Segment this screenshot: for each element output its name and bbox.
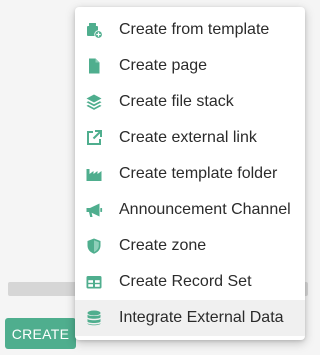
- menu-item-label: Create file stack: [119, 93, 234, 110]
- create-menu: Create from template Create page Create …: [75, 7, 305, 340]
- page-icon: [85, 57, 103, 75]
- menu-item-announcement-channel[interactable]: Announcement Channel: [75, 192, 305, 228]
- menu-item-create-template-folder[interactable]: Create template folder: [75, 156, 305, 192]
- menu-item-label: Create Record Set: [119, 273, 252, 290]
- layers-icon: [85, 93, 103, 111]
- menu-item-create-page[interactable]: Create page: [75, 48, 305, 84]
- database-icon: [85, 309, 103, 327]
- menu-item-create-external-link[interactable]: Create external link: [75, 120, 305, 156]
- menu-item-label: Integrate External Data: [119, 309, 284, 326]
- external-link-icon: [85, 129, 103, 147]
- menu-item-integrate-external-data[interactable]: Integrate External Data: [75, 300, 305, 336]
- create-button[interactable]: CREATE: [5, 318, 76, 349]
- menu-item-label: Create page: [119, 57, 208, 74]
- template-add-icon: [85, 21, 103, 39]
- menu-item-label: Create zone: [119, 237, 207, 254]
- factory-icon: [85, 165, 103, 183]
- shield-icon: [85, 237, 103, 255]
- create-button-label: CREATE: [11, 325, 70, 342]
- menu-item-create-from-template[interactable]: Create from template: [75, 12, 305, 48]
- menu-item-label: Announcement Channel: [119, 201, 291, 218]
- menu-item-create-file-stack[interactable]: Create file stack: [75, 84, 305, 120]
- menu-item-create-zone[interactable]: Create zone: [75, 228, 305, 264]
- menu-item-label: Create from template: [119, 21, 270, 38]
- menu-item-create-record-set[interactable]: Create Record Set: [75, 264, 305, 300]
- menu-item-label: Create template folder: [119, 165, 278, 182]
- megaphone-icon: [85, 201, 103, 219]
- menu-item-label: Create external link: [119, 129, 257, 146]
- table-icon: [85, 273, 103, 291]
